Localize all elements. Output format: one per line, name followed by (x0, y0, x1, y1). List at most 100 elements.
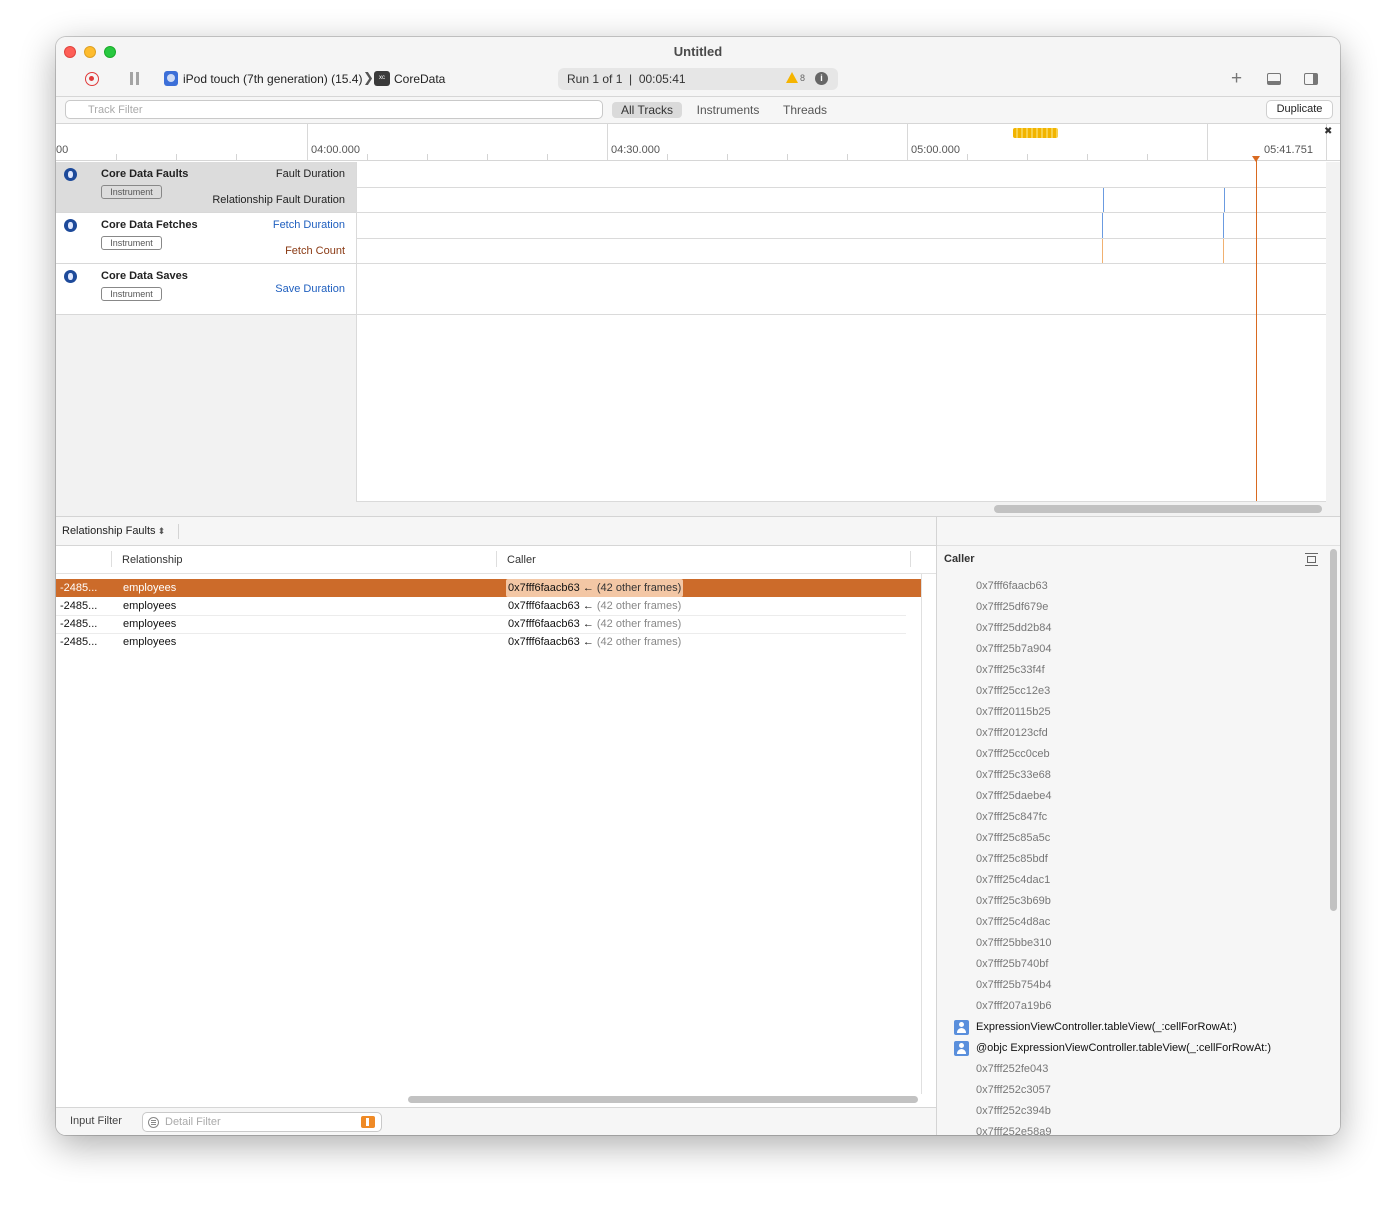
other-frames: (42 other frames) (596, 600, 682, 612)
stack-frame[interactable]: 0x7fff252c394b (976, 1105, 1051, 1117)
table-header: Relationship Caller (56, 546, 936, 574)
table-row[interactable]: -2485... employees 0x7fff6faacb63 ← (42 … (56, 579, 921, 597)
stack-frame[interactable]: 0x7fff252e58a9 (976, 1126, 1051, 1135)
toggle-bottom-panel-icon[interactable] (1267, 73, 1281, 85)
ruler-subtick (116, 154, 117, 160)
timeline-ruler[interactable]: 00 04:00.000 04:30.000 05:00.000 05:41.7… (56, 123, 1340, 161)
stack-frame[interactable]: 0x7fff25c3b69b (976, 895, 1051, 907)
stack-frame[interactable]: 0x7fff25b754b4 (976, 979, 1051, 991)
track-core-data-saves[interactable]: Core Data Saves Instrument Save Duration (56, 264, 356, 315)
stack-frame[interactable]: 0x7fff25c85bdf (976, 853, 1048, 865)
column-header-caller[interactable]: Caller (507, 554, 536, 566)
track-core-data-faults[interactable]: Core Data Faults Instrument Fault Durati… (56, 162, 356, 213)
tab-all-tracks[interactable]: All Tracks (612, 102, 682, 118)
stack-header: Caller (944, 553, 975, 565)
title-bar: Untitled iPod touch (7th generation) (15… (56, 37, 1340, 97)
event-mark[interactable] (1103, 188, 1104, 212)
lane-save-duration[interactable] (356, 264, 1326, 315)
stack-frame[interactable]: 0x7fff207a19b6 (976, 1000, 1051, 1012)
tab-threads[interactable]: Threads (774, 102, 836, 118)
ruler-tick (907, 123, 908, 160)
stack-frame[interactable]: @objc ExpressionViewController.tableView… (976, 1042, 1271, 1054)
ruler-subtick (967, 154, 968, 160)
caller-address: 0x7fff6faacb63 ← (508, 600, 594, 612)
stack-frame[interactable]: 0x7fff6faacb63 (976, 580, 1048, 592)
playhead-line[interactable] (1256, 160, 1257, 501)
stack-frame[interactable]: 0x7fff25c4d8ac (976, 916, 1050, 928)
table-row[interactable]: -2485... employees 0x7fff6faacb63 ← (42 … (56, 633, 921, 651)
target-app-selector[interactable]: CoreData (394, 72, 445, 86)
stack-frame[interactable]: 0x7fff252fe043 (976, 1063, 1048, 1075)
other-frames: (42 other frames) (596, 618, 682, 630)
ruler-subtick (236, 154, 237, 160)
stack-frame[interactable]: 0x7fff25cc0ceb (976, 748, 1050, 760)
detail-view-label: Relationship Faults (62, 525, 156, 537)
warning-flags-icon[interactable] (1013, 128, 1058, 138)
stack-frame[interactable]: 0x7fff25df679e (976, 601, 1048, 613)
detail-filter-input[interactable] (142, 1112, 382, 1132)
ruler-label: 04:00.000 (311, 144, 360, 156)
stack-frame[interactable]: 0x7fff25c847fc (976, 811, 1047, 823)
row-id: -2485... (60, 582, 98, 594)
table-row[interactable]: -2485... employees 0x7fff6faacb63 ← (42 … (56, 615, 921, 633)
event-mark[interactable] (1223, 239, 1224, 263)
stack-frame[interactable]: 0x7fff25daebe4 (976, 790, 1051, 802)
column-header-relationship[interactable]: Relationship (122, 554, 183, 566)
user-code-icon (954, 1020, 969, 1035)
column-separator[interactable] (111, 551, 112, 567)
tab-instruments[interactable]: Instruments (689, 102, 767, 118)
column-separator[interactable] (496, 551, 497, 567)
ruler-subtick (487, 154, 488, 160)
track-core-data-fetches[interactable]: Core Data Fetches Instrument Fetch Durat… (56, 213, 356, 264)
detail-view-selector[interactable]: Relationship Faults ⬍ (62, 525, 165, 537)
lane-fault-duration[interactable] (356, 162, 1326, 188)
stack-scrollbar[interactable] (1330, 549, 1337, 911)
toggle-right-panel-icon[interactable] (1304, 73, 1318, 85)
add-instrument-icon[interactable]: + (1231, 68, 1242, 90)
ruler-tick (307, 123, 308, 160)
column-separator[interactable] (910, 551, 911, 567)
ruler-subtick (1027, 154, 1028, 160)
ruler-subtick (1147, 154, 1148, 160)
event-mark[interactable] (1224, 188, 1225, 212)
lane-fetch-duration[interactable] (356, 213, 1326, 239)
event-mark[interactable] (1102, 239, 1103, 263)
ruler-subtick (176, 154, 177, 160)
detail-horizontal-scrollbar[interactable] (408, 1096, 918, 1103)
stack-frame[interactable]: 0x7fff25c33e68 (976, 769, 1051, 781)
table-row[interactable]: -2485... employees 0x7fff6faacb63 ← (42 … (56, 597, 921, 615)
track-filter-input[interactable] (65, 100, 603, 119)
stack-frame[interactable]: 0x7fff25c33f4f (976, 664, 1045, 676)
stack-frame[interactable]: 0x7fff25cc12e3 (976, 685, 1050, 697)
stack-frame[interactable]: ExpressionViewController.tableView(_:cel… (976, 1021, 1237, 1033)
instrument-badge: Instrument (101, 287, 162, 301)
record-button[interactable] (85, 72, 99, 86)
stack-frame[interactable]: 0x7fff25c85a5c (976, 832, 1050, 844)
lane-relationship-fault-duration[interactable] (356, 188, 1326, 213)
stack-frame[interactable]: 0x7fff25c4dac1 (976, 874, 1050, 886)
stack-frame[interactable]: 0x7fff252c3057 (976, 1084, 1051, 1096)
row-caller: 0x7fff6faacb63 ← (42 other frames) (508, 597, 681, 615)
stack-frame[interactable]: 0x7fff20115b25 (976, 706, 1051, 718)
event-mark[interactable] (1223, 213, 1224, 238)
event-mark[interactable] (1102, 213, 1103, 238)
stack-frame[interactable]: 0x7fff20123cfd (976, 727, 1048, 739)
expand-collapse-icon[interactable] (1305, 553, 1318, 566)
info-icon[interactable]: i (815, 72, 828, 85)
duplicate-button[interactable]: Duplicate (1266, 100, 1333, 119)
device-selector[interactable]: iPod touch (7th generation) (15.4) (183, 72, 362, 86)
input-filter-label[interactable]: Input Filter (70, 1115, 122, 1127)
stack-frame[interactable]: 0x7fff25b740bf (976, 958, 1048, 970)
stack-frame[interactable]: 0x7fff25b7a904 (976, 643, 1051, 655)
ruler-label: 00 (56, 144, 69, 156)
timeline-scrollbar[interactable] (994, 505, 1322, 513)
warning-icon[interactable] (786, 72, 798, 83)
filter-options-icon[interactable] (361, 1116, 375, 1128)
lane-fetch-count[interactable] (356, 239, 1326, 264)
stack-frame[interactable]: 0x7fff25bbe310 (976, 937, 1051, 949)
close-icon[interactable]: ✖ (1324, 126, 1332, 137)
pause-button[interactable] (130, 72, 139, 85)
ruler-subtick (1087, 154, 1088, 160)
ruler-subtick (847, 154, 848, 160)
stack-frame[interactable]: 0x7fff25dd2b84 (976, 622, 1051, 634)
